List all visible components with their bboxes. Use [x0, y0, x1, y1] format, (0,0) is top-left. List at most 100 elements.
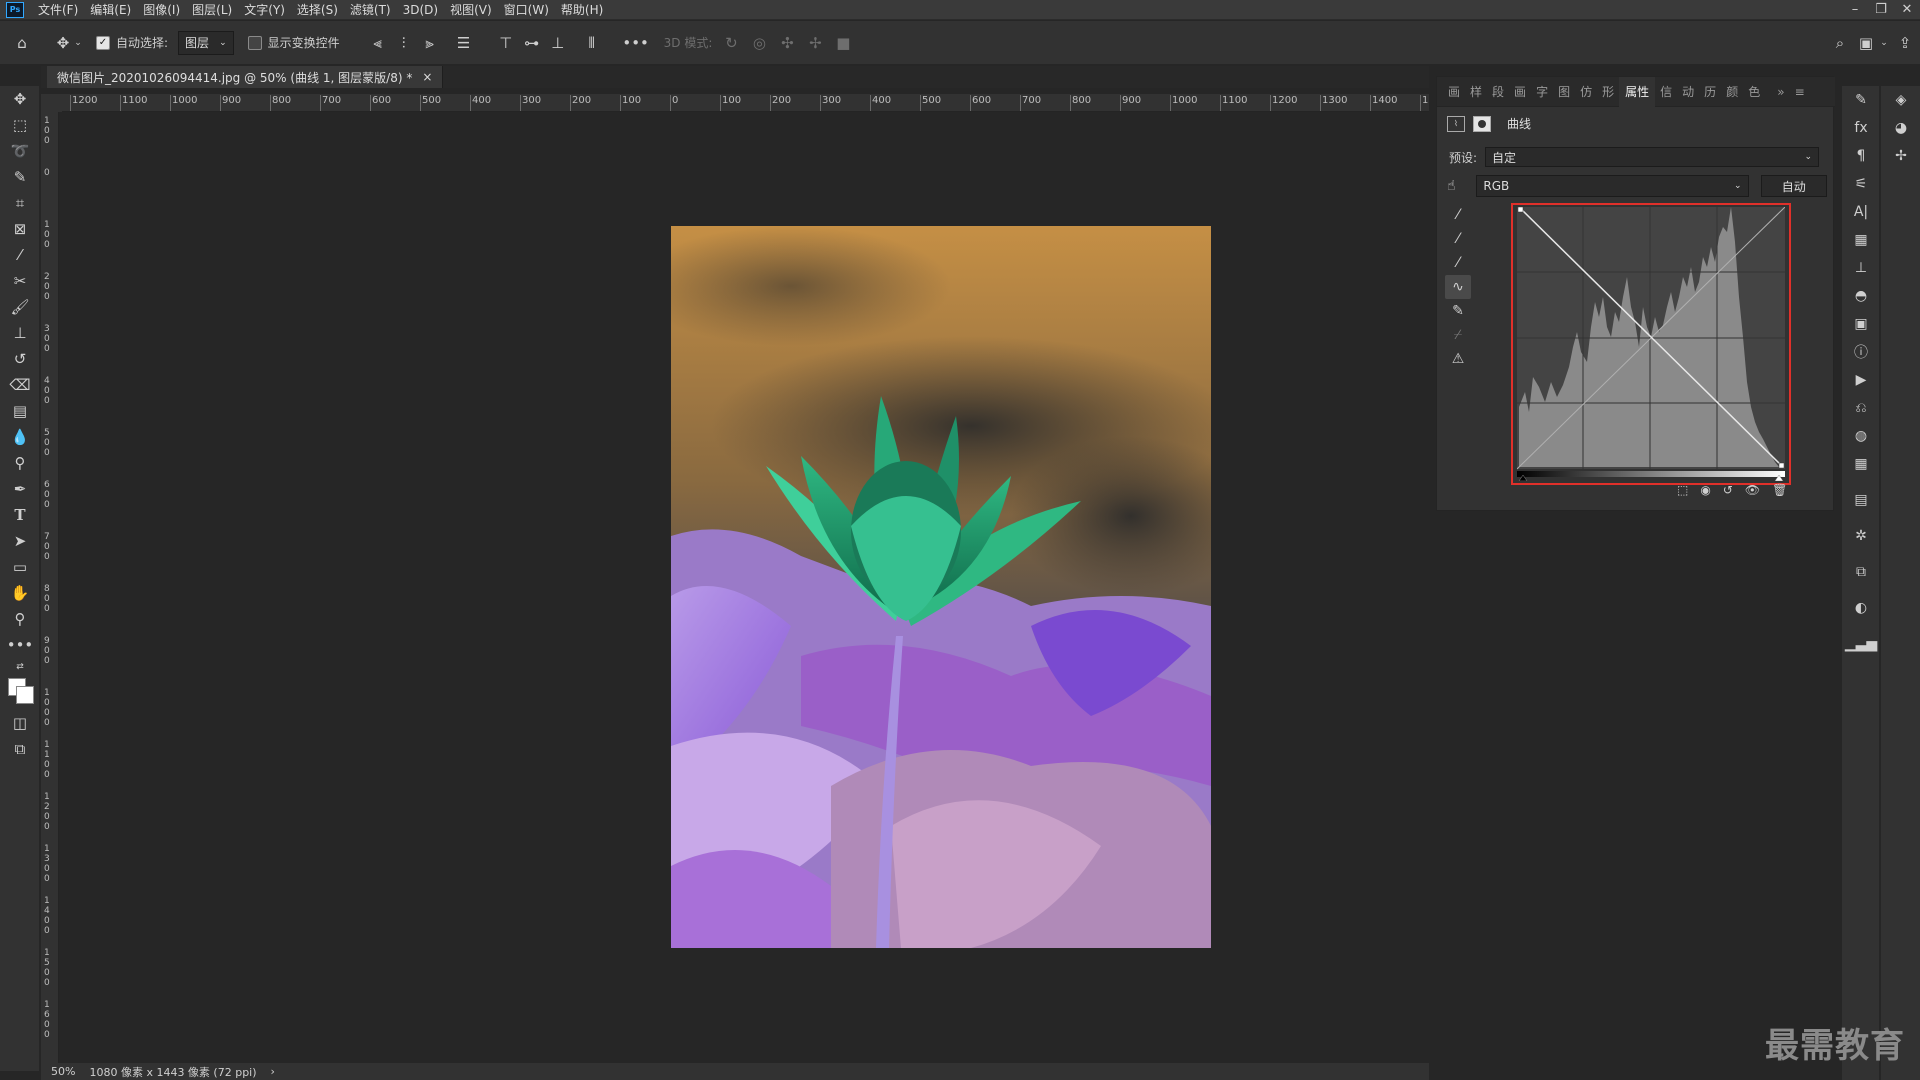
clip-to-layer-icon[interactable]: ⬚: [1677, 483, 1688, 497]
preset-dropdown[interactable]: 自定 ⌄: [1485, 147, 1819, 167]
auto-select-checkbox[interactable]: ✓: [96, 35, 110, 50]
curves-adjustment-icon[interactable]: ⌇: [1447, 115, 1465, 132]
paragraph-panel-icon[interactable]: ¶: [1842, 142, 1880, 170]
menu-type[interactable]: 文字(Y): [238, 0, 291, 20]
character-panel-icon[interactable]: A|: [1842, 198, 1880, 226]
dodge-tool-icon[interactable]: ⚲: [0, 450, 40, 476]
3d-pan-icon[interactable]: ✣: [778, 34, 796, 52]
3d-roll-icon[interactable]: ◎: [750, 34, 768, 52]
tab-styles[interactable]: 样: [1465, 83, 1487, 100]
crop-tool-icon[interactable]: ⌗: [0, 190, 40, 216]
close-tab-icon[interactable]: ×: [422, 70, 432, 84]
3d-orbit-icon[interactable]: ↻: [722, 34, 740, 52]
gradient-tool-icon[interactable]: ▤: [0, 398, 40, 424]
align-top-icon[interactable]: ⊤: [498, 34, 514, 52]
align-left-icon[interactable]: ⫷: [370, 34, 386, 52]
history-brush-tool-icon[interactable]: ↺: [0, 346, 40, 372]
photoshop-logo[interactable]: Ps: [6, 1, 24, 18]
shapes-panel-icon[interactable]: ◓: [1842, 282, 1880, 310]
pen-tool-icon[interactable]: ✒: [0, 476, 40, 502]
3d-panel-icon[interactable]: ✲: [1842, 522, 1880, 550]
3d-camera-icon[interactable]: ■: [834, 34, 852, 52]
healing-tool-icon[interactable]: ✂: [0, 268, 40, 294]
status-menu-arrow[interactable]: ›: [271, 1065, 275, 1078]
smooth-curve-icon[interactable]: ⌿: [1445, 323, 1471, 347]
path-select-tool-icon[interactable]: ➤: [0, 528, 40, 554]
tab-properties[interactable]: 属性: [1619, 76, 1656, 107]
styles-panel-icon[interactable]: fx: [1842, 114, 1880, 142]
align-center-icon[interactable]: ⫶: [396, 34, 412, 52]
align-right-icon[interactable]: ⫸: [422, 34, 438, 52]
marquee-tool-icon[interactable]: ⬚: [0, 112, 40, 138]
panel-expand-icon[interactable]: »: [1777, 85, 1784, 99]
align-bottom-icon[interactable]: ⊥: [550, 34, 566, 52]
more-tools-icon[interactable]: •••: [0, 632, 40, 658]
more-options-icon[interactable]: •••: [622, 34, 649, 52]
home-icon[interactable]: ⌂: [0, 34, 44, 52]
curves-graph[interactable]: [1517, 207, 1785, 481]
info-panel-icon[interactable]: ⓘ: [1842, 338, 1880, 366]
brush-tool-icon[interactable]: 🖌: [0, 294, 40, 320]
tab-swatches[interactable]: 色: [1743, 83, 1765, 100]
minimize-icon[interactable]: –: [1842, 0, 1868, 20]
eraser-tool-icon[interactable]: ⌫: [0, 372, 40, 398]
menu-view[interactable]: 视图(V): [444, 0, 498, 20]
channels-panel-icon[interactable]: ◕: [1881, 114, 1920, 142]
libraries-panel-icon[interactable]: ⧉: [1842, 558, 1880, 586]
auto-button[interactable]: 自动: [1760, 175, 1827, 197]
distribute-vertical-icon[interactable]: ☰: [456, 34, 472, 52]
menu-window[interactable]: 窗口(W): [498, 0, 555, 20]
distribute-horizontal-icon[interactable]: ⫴: [584, 34, 600, 52]
delete-icon[interactable]: 🗑: [1772, 483, 1787, 497]
paths-panel-icon[interactable]: ✢: [1881, 142, 1920, 170]
layers-panel-icon[interactable]: ◈: [1881, 86, 1920, 114]
menu-file[interactable]: 文件(F): [32, 0, 84, 20]
tab-actions[interactable]: 动: [1677, 83, 1699, 100]
white-point-eyedropper-icon[interactable]: ⁄: [1445, 251, 1471, 275]
type-tool-icon[interactable]: T: [0, 502, 40, 528]
view-previous-icon[interactable]: ◉: [1700, 483, 1710, 497]
align-middle-icon[interactable]: ⊶: [524, 34, 540, 52]
layer-dropdown[interactable]: 图层 ⌄: [178, 30, 234, 55]
tab-glyphs[interactable]: 图: [1553, 83, 1575, 100]
channel-dropdown[interactable]: RGB ⌄: [1476, 175, 1749, 197]
properties-panel-icon[interactable]: ▣: [1842, 310, 1880, 338]
curve-point-tool-icon[interactable]: ∿: [1445, 275, 1471, 299]
hand-tool-icon[interactable]: ✋: [0, 580, 40, 606]
reset-icon[interactable]: ↺: [1723, 483, 1733, 497]
adjustments-panel-icon[interactable]: ⚟: [1842, 170, 1880, 198]
menu-image[interactable]: 图像(I): [137, 0, 186, 20]
lasso-tool-icon[interactable]: ➰: [0, 138, 40, 164]
tab-color[interactable]: 颜: [1721, 83, 1743, 100]
tab-clone-source[interactable]: 仿: [1575, 83, 1597, 100]
navigator-panel-icon[interactable]: ◐: [1842, 594, 1880, 622]
canvas-area[interactable]: [60, 112, 1429, 1063]
layer-mask-icon[interactable]: [1473, 115, 1491, 132]
visibility-eye-icon[interactable]: 👁: [1745, 483, 1760, 497]
screen-mode-icon[interactable]: ⧉: [0, 736, 40, 762]
quick-mask-icon[interactable]: ◫: [0, 710, 40, 736]
move-tool-icon[interactable]: ✥: [0, 86, 40, 112]
actions-panel-icon[interactable]: ▶: [1842, 366, 1880, 394]
zoom-level[interactable]: 50%: [51, 1065, 75, 1078]
pencil-curve-icon[interactable]: ✎: [1445, 299, 1471, 323]
eyedropper-tool-icon[interactable]: ⁄: [0, 242, 40, 268]
tab-brush-settings[interactable]: 画: [1509, 83, 1531, 100]
move-tool-icon[interactable]: ✥: [54, 34, 72, 52]
menu-3d[interactable]: 3D(D): [397, 0, 444, 20]
tab-paragraph[interactable]: 段: [1487, 83, 1509, 100]
swatches-panel-icon[interactable]: ▦: [1842, 450, 1880, 478]
chevron-down-icon[interactable]: ⌄: [1878, 38, 1890, 48]
menu-layer[interactable]: 图层(L): [186, 0, 238, 20]
menu-filter[interactable]: 滤镜(T): [344, 0, 397, 20]
gray-point-eyedropper-icon[interactable]: ⁄: [1445, 227, 1471, 251]
document-image[interactable]: [671, 226, 1211, 948]
3d-slide-icon[interactable]: ✢: [806, 34, 824, 52]
targeted-adjustment-icon[interactable]: ☝: [1447, 178, 1468, 194]
search-icon[interactable]: ⌕: [1826, 34, 1854, 52]
restore-icon[interactable]: ❐: [1868, 0, 1894, 20]
workspace-icon[interactable]: ▣: [1854, 34, 1878, 52]
document-tab[interactable]: 微信图片_20201026094414.jpg @ 50% (曲线 1, 图层蒙…: [47, 66, 444, 88]
rectangle-tool-icon[interactable]: ▭: [0, 554, 40, 580]
frame-tool-icon[interactable]: ⊠: [0, 216, 40, 242]
